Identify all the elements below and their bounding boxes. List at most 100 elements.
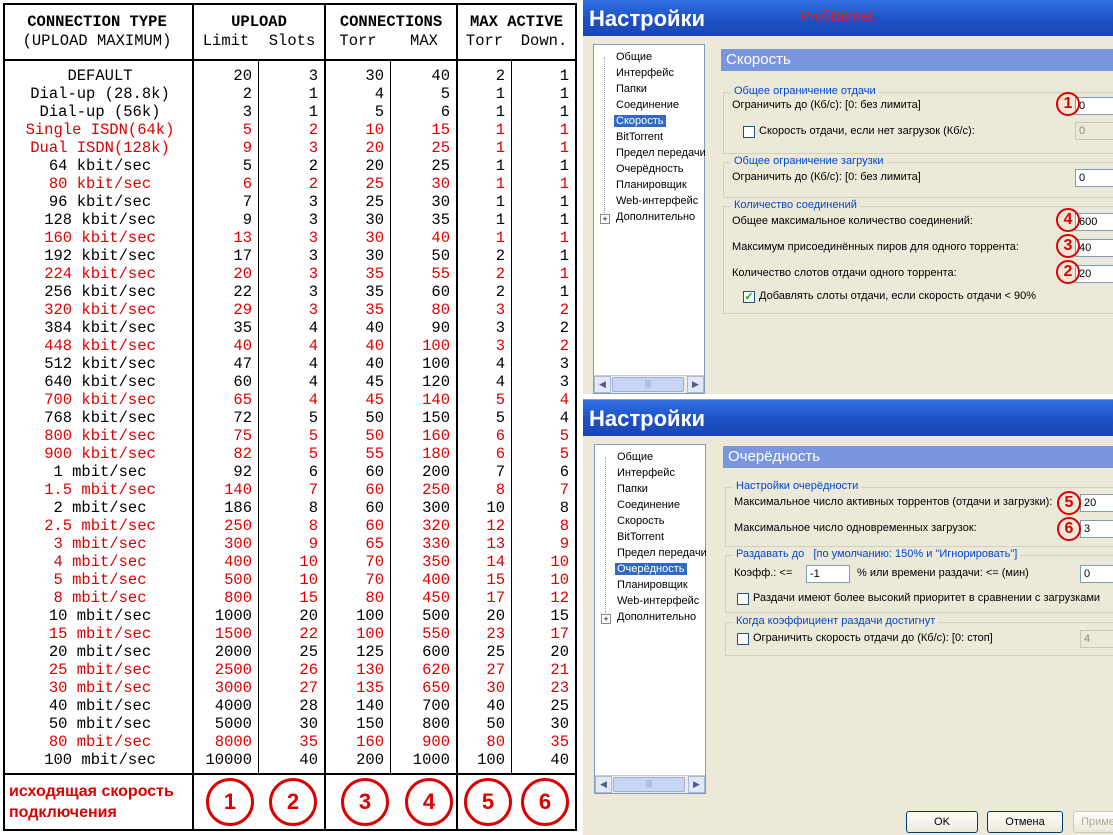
slots-cell: 35 [299, 733, 318, 751]
expand-icon[interactable]: + [601, 614, 611, 624]
cancel-button[interactable]: Отмена [987, 811, 1063, 833]
upload-idle-checkbox[interactable] [743, 126, 755, 138]
act-torr-cell: 2 [495, 283, 505, 301]
dialog-title-bar[interactable]: Настройки [583, 400, 1113, 436]
max-cell: 25 [431, 157, 450, 175]
tree-item-1[interactable]: Общие [617, 451, 653, 463]
torr-cell: 50 [365, 409, 384, 427]
torr-cell: 140 [356, 697, 384, 715]
down-cell: 21 [550, 661, 569, 679]
scroll-right-icon[interactable]: ▶ [688, 776, 705, 793]
tree-item-2[interactable]: Интерфейс [616, 67, 674, 79]
upload-idle-input[interactable]: 0 [1075, 122, 1113, 140]
tree-item-3[interactable]: Папки [617, 483, 648, 495]
down-cell: 1 [559, 265, 569, 283]
table-row: 25 mbit/sec 2500 26 130 620 27 21 [5, 661, 575, 679]
tree-item-11[interactable]: Дополнительно [616, 211, 695, 223]
scroll-left-icon[interactable]: ◀ [595, 776, 612, 793]
connection-type-cell: 1 mbit/sec [53, 463, 147, 481]
tree-item-5[interactable]: Скорость [614, 115, 666, 127]
limit-cell: 2500 [214, 661, 252, 679]
tree-item-8[interactable]: Очерёдность [615, 563, 687, 575]
connection-type-cell: 10 mbit/sec [48, 607, 152, 625]
scroll-left-icon[interactable]: ◀ [594, 376, 611, 393]
max-cell: 150 [422, 409, 450, 427]
tree-item-6[interactable]: BitTorrent [617, 531, 664, 543]
limit-cell: 8000 [214, 733, 252, 751]
max-peers-input[interactable]: 40 [1075, 239, 1113, 257]
dialog-title: Настройки [589, 6, 706, 31]
tree-item-7[interactable]: Предел передачи [616, 147, 706, 159]
limit-cell: 2 [242, 85, 252, 103]
connection-type-cell: 96 kbit/sec [48, 193, 152, 211]
upload-slots-input[interactable]: 20 [1075, 265, 1113, 283]
max-connections-input[interactable]: 600 [1075, 213, 1113, 231]
max-cell: 900 [422, 733, 450, 751]
limit-cell: 13 [233, 229, 252, 247]
ratio-input[interactable]: -1 [806, 565, 850, 583]
seed-priority-checkbox[interactable] [737, 593, 749, 605]
slots-cell: 25 [299, 643, 318, 661]
tree-item-10[interactable]: Web-интерфейс [616, 195, 698, 207]
limit-cell: 47 [233, 355, 252, 373]
tree-item-3[interactable]: Папки [616, 83, 647, 95]
act-torr-cell: 80 [486, 733, 505, 751]
limit-upload-checkbox[interactable] [737, 633, 749, 645]
apply-button[interactable]: Приме [1073, 811, 1113, 833]
tree-scrollbar[interactable]: ◀ ||| ▶ [595, 775, 705, 793]
scroll-right-icon[interactable]: ▶ [687, 376, 704, 393]
tree-item-5[interactable]: Скорость [617, 515, 665, 527]
limit-upload-input[interactable]: 4 [1080, 630, 1113, 648]
header-connections: CONNECTIONS [339, 13, 443, 31]
tree-item-10[interactable]: Web-интерфейс [617, 595, 699, 607]
max-cell: 450 [422, 589, 450, 607]
settings-dialog-queue: Настройки Общие Интерфейс Папки Соединение С… [583, 399, 1113, 805]
upload-limit-input[interactable]: 0 [1075, 97, 1113, 115]
dialog-title-bar[interactable]: Настройки ProfiBit/net [583, 0, 1113, 36]
header-active-torr: Torr [465, 32, 504, 50]
limit-cell: 1500 [214, 625, 252, 643]
extra-slots-checkbox[interactable]: ✓ [743, 291, 755, 303]
tree-item-11[interactable]: Дополнительно [617, 611, 696, 623]
table-row: Dial-up (56k) 3 1 5 6 1 1 [5, 103, 575, 121]
act-torr-cell: 50 [486, 715, 505, 733]
tree-item-9[interactable]: Планировщик [617, 579, 688, 591]
down-cell: 10 [550, 553, 569, 571]
seed-priority-label: Раздачи имеют более высокий приоритет в … [753, 592, 1101, 604]
max-cell: 550 [422, 625, 450, 643]
down-cell: 12 [550, 589, 569, 607]
scroll-thumb[interactable]: ||| [612, 377, 684, 392]
expand-icon[interactable]: + [600, 214, 610, 224]
panel-title: Скорость [726, 51, 791, 68]
tree-item-8[interactable]: Очерёдность [616, 163, 684, 175]
tree-item-4[interactable]: Соединение [616, 99, 679, 111]
max-peers-label: Максимум присоединённых пиров для одного… [732, 241, 1019, 253]
down-cell: 1 [559, 247, 569, 265]
connection-type-cell: 80 kbit/sec [48, 175, 152, 193]
ok-button[interactable]: OK [906, 811, 978, 833]
max-cell: 50 [431, 247, 450, 265]
connection-type-cell: 320 kbit/sec [44, 301, 156, 319]
table-row: 64 kbit/sec 5 2 20 25 1 1 [5, 157, 575, 175]
tree-item-1[interactable]: Общие [616, 51, 652, 63]
max-cell: 80 [431, 301, 450, 319]
download-limit-input[interactable]: 0 [1075, 169, 1113, 187]
limit-cell: 1000 [214, 607, 252, 625]
seed-time-input[interactable]: 0 [1080, 565, 1113, 583]
tree-item-9[interactable]: Планировщик [616, 179, 687, 191]
torr-cell: 35 [365, 283, 384, 301]
tree-item-6[interactable]: BitTorrent [616, 131, 663, 143]
table-row: 80 mbit/sec 8000 35 160 900 80 35 [5, 733, 575, 751]
slots-cell: 3 [308, 229, 318, 247]
active-torrents-input[interactable]: 20 [1080, 494, 1113, 512]
tree-item-7[interactable]: Предел передачи [617, 547, 707, 559]
tree-item-4[interactable]: Соединение [617, 499, 680, 511]
table-row: 384 kbit/sec 35 4 40 90 3 2 [5, 319, 575, 337]
tree-item-2[interactable]: Интерфейс [617, 467, 675, 479]
act-torr-cell: 1 [495, 175, 505, 193]
marker-6: 6 [1057, 517, 1081, 541]
max-downloads-input[interactable]: 3 [1080, 520, 1113, 538]
tree-scrollbar[interactable]: ◀ ||| ▶ [594, 375, 704, 393]
scroll-thumb[interactable]: ||| [613, 777, 685, 792]
slots-cell: 1 [308, 103, 318, 121]
